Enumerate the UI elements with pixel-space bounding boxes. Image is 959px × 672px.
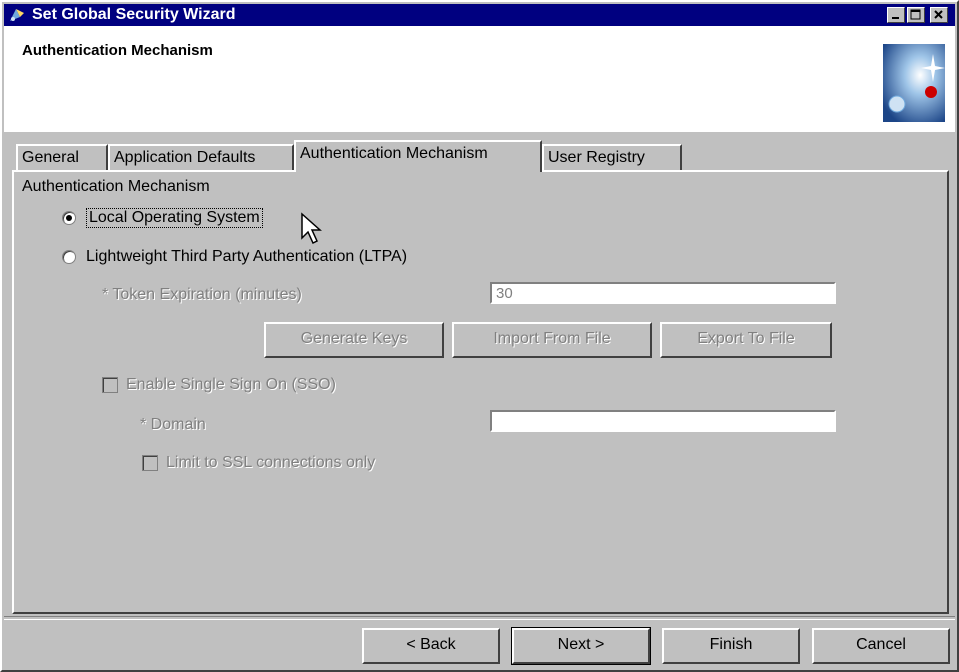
tab-authentication-mechanism[interactable]: Authentication Mechanism (294, 140, 542, 172)
close-button[interactable] (930, 7, 948, 23)
radio-button-checked[interactable] (62, 211, 76, 225)
tab-application-defaults[interactable]: Application Defaults (108, 144, 294, 170)
tab-label: General (22, 149, 79, 166)
wizard-header: Authentication Mechanism (4, 26, 955, 132)
checkbox-box[interactable] (142, 455, 158, 471)
token-expiration-label: * Token Expiration (minutes) (102, 286, 302, 303)
footer-divider (4, 616, 955, 620)
close-icon (934, 10, 943, 19)
enable-sso-checkbox[interactable]: Enable Single Sign On (SSO) (102, 376, 336, 394)
limit-ssl-checkbox[interactable]: Limit to SSL connections only (142, 454, 375, 472)
radio-ltpa-label: Lightweight Third Party Authentication (… (86, 248, 408, 265)
radio-local-os-label: Local Operating System (86, 208, 263, 228)
export-to-file-button[interactable]: Export To File (660, 322, 832, 358)
finish-button[interactable]: Finish (662, 628, 800, 664)
maximize-button[interactable] (907, 7, 925, 23)
section-label: Authentication Mechanism (22, 178, 210, 195)
next-button[interactable]: Next > (511, 627, 651, 665)
page-title: Authentication Mechanism (22, 42, 213, 59)
domain-field[interactable] (490, 410, 836, 432)
import-from-file-button[interactable]: Import From File (452, 322, 652, 358)
radio-local-os[interactable]: Local Operating System (62, 208, 263, 228)
minimize-button[interactable] (887, 7, 905, 23)
title-bar[interactable]: Set Global Security Wizard (4, 4, 955, 26)
tab-label: Authentication Mechanism (300, 145, 488, 162)
tab-label: Application Defaults (114, 149, 256, 166)
minimize-icon (892, 17, 899, 19)
generate-keys-button[interactable]: Generate Keys (264, 322, 444, 358)
radio-button[interactable] (62, 250, 76, 264)
window-title: Set Global Security Wizard (32, 6, 236, 23)
maximize-icon (910, 9, 921, 20)
cancel-button[interactable]: Cancel (812, 628, 950, 664)
checkbox-box[interactable] (102, 377, 118, 393)
tab-general[interactable]: General (16, 144, 108, 170)
authentication-panel: Authentication Mechanism Local Operating… (12, 170, 949, 614)
token-expiration-field[interactable] (490, 282, 836, 304)
back-button[interactable]: < Back (362, 628, 500, 664)
domain-label: * Domain (140, 416, 206, 433)
wizard-window: Set Global Security Wizard Authenticatio… (0, 0, 959, 672)
wizard-app-icon (8, 7, 26, 23)
radio-ltpa[interactable]: Lightweight Third Party Authentication (… (62, 248, 407, 266)
tab-label: User Registry (548, 149, 645, 166)
globe-sparkle-icon (883, 44, 945, 122)
tab-user-registry[interactable]: User Registry (542, 144, 682, 170)
limit-ssl-label: Limit to SSL connections only (166, 454, 376, 471)
enable-sso-label: Enable Single Sign On (SSO) (126, 376, 336, 393)
mouse-pointer-icon (301, 212, 322, 245)
